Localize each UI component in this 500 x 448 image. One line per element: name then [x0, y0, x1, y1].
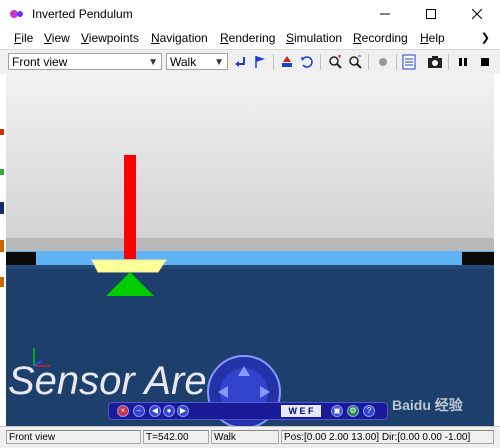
chevron-down-icon: ▼ [148, 57, 158, 68]
pendulum-cart[interactable] [91, 259, 167, 273]
menu-navigation[interactable]: Navigation [151, 31, 208, 45]
viewpoint-select-value: Front view [12, 55, 68, 69]
zoom-out-icon[interactable] [346, 53, 364, 71]
move-robot-icon[interactable] [278, 53, 296, 71]
toolbar: Front view ▼ Walk ▼ [0, 49, 500, 75]
window-title: Inverted Pendulum [32, 7, 133, 21]
toolbar-separator [320, 54, 321, 70]
horizon-band [6, 238, 494, 253]
menu-help[interactable]: Help [420, 31, 445, 45]
right-arrow-icon[interactable]: ▶ [177, 405, 189, 417]
floor-edge [6, 265, 494, 269]
right-edge [494, 74, 500, 426]
scene-canvas[interactable]: Sensor Are [6, 74, 494, 426]
menu-file[interactable]: File [14, 31, 33, 45]
status-position: Pos:[0.00 2.00 13.00] Dir:[0.00 0.00 -1.… [281, 430, 494, 444]
pendulum-pole[interactable] [124, 155, 136, 259]
document-icon[interactable] [400, 53, 418, 71]
left-arrow-icon[interactable]: ◀ [149, 405, 161, 417]
settings-gear-icon[interactable]: ⚙ [347, 405, 359, 417]
3d-viewport[interactable]: Sensor Are [6, 74, 494, 426]
menu-bar: File View Viewpoints Navigation Renderin… [0, 28, 500, 48]
toolbar-separator [273, 54, 274, 70]
nav-mode-select[interactable]: Walk ▼ [166, 53, 228, 70]
menu-view[interactable]: View [44, 31, 70, 45]
return-arrow-icon[interactable] [232, 53, 250, 71]
menu-viewpoints[interactable]: Viewpoints [81, 31, 139, 45]
minimize-icon [380, 13, 390, 15]
stop-icon[interactable] [476, 53, 494, 71]
close-button[interactable] [454, 0, 500, 28]
arena-wall [6, 251, 494, 265]
help-icon[interactable]: ? [363, 405, 375, 417]
toolbar-separator [448, 54, 449, 70]
chevron-down-icon: ▼ [214, 57, 224, 68]
camera-icon[interactable] [426, 53, 444, 71]
close-icon [472, 9, 482, 19]
nav-mode-select-value: Walk [170, 55, 197, 69]
pause-icon[interactable] [454, 53, 472, 71]
sky-background [6, 74, 494, 252]
app-window: Inverted Pendulum File View Viewpoints N… [0, 0, 500, 448]
title-bar: Inverted Pendulum [0, 0, 500, 28]
toolbar-separator [396, 54, 397, 70]
record-dot-icon[interactable] [374, 53, 392, 71]
toolbar-separator [368, 54, 369, 70]
minimize-button[interactable] [362, 0, 408, 28]
menu-rendering[interactable]: Rendering [220, 31, 275, 45]
status-time: T=542.00 [143, 430, 209, 444]
nav-center-icon[interactable]: ● [163, 405, 175, 417]
navigation-control-bar: × – ◀ ● ▶ W E F ▣ ⚙ ? [108, 402, 388, 420]
watermark-text: Baidu 经验 [392, 397, 463, 413]
viewpoint-select[interactable]: Front view ▼ [8, 53, 162, 70]
flag-icon[interactable] [251, 53, 269, 71]
status-viewpoint: Front view [6, 430, 141, 444]
menu-simulation[interactable]: Simulation [286, 31, 342, 45]
maximize-button[interactable] [408, 0, 454, 28]
zoom-in-icon[interactable] [326, 53, 344, 71]
minimize-nav-button[interactable]: – [133, 405, 145, 417]
close-nav-button[interactable]: × [117, 405, 129, 417]
maximize-icon [426, 9, 436, 19]
status-mode: Walk [211, 430, 279, 444]
status-bar: Front view T=542.00 Walk Pos:[0.00 2.00 … [0, 426, 500, 448]
layers-icon[interactable]: ▣ [331, 405, 343, 417]
reload-icon[interactable] [298, 53, 316, 71]
menu-recording[interactable]: Recording [353, 31, 408, 45]
wef-buttons[interactable]: W E F [281, 405, 321, 417]
app-logo-icon [10, 10, 23, 18]
chevron-right-icon[interactable]: ❯ [481, 31, 490, 44]
